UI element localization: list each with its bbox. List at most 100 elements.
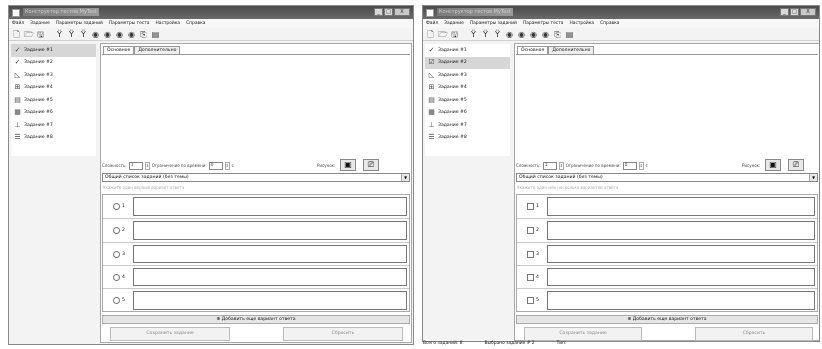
theme-select[interactable]: Общий список заданий (без темы) ▼: [102, 173, 410, 182]
menu-settings[interactable]: Настройка: [155, 21, 180, 26]
nav-next-icon[interactable]: ◉: [529, 30, 538, 39]
answer-radio[interactable]: [113, 274, 120, 281]
task-item[interactable]: ◺ Задание #3: [11, 69, 96, 82]
open-folder-icon[interactable]: 🗁: [438, 30, 448, 39]
answer-input[interactable]: [547, 197, 815, 216]
minimize-button[interactable]: _: [780, 8, 789, 16]
theme-select[interactable]: Общий список заданий (без темы) ▼: [516, 173, 818, 182]
menu-test-params[interactable]: Параметры теста: [523, 21, 564, 26]
menu-file[interactable]: Файл: [12, 21, 24, 26]
menu-file[interactable]: Файл: [426, 21, 438, 26]
nav-last-icon[interactable]: ◉: [541, 30, 550, 39]
answer-input[interactable]: [547, 245, 815, 263]
delete-task-icon[interactable]: Ÿ: [79, 30, 88, 39]
menu-help[interactable]: Справка: [186, 21, 205, 26]
task-item[interactable]: ▦ Задание #6: [11, 107, 96, 120]
open-folder-icon[interactable]: 🗁: [24, 30, 34, 39]
menu-task-params[interactable]: Параметры заданий: [56, 21, 103, 26]
answer-input[interactable]: [133, 221, 407, 240]
reset-button[interactable]: Сбросить: [283, 327, 403, 341]
task-item[interactable]: ☰ Задание #8: [11, 132, 96, 145]
answer-input[interactable]: [133, 197, 407, 216]
paste-icon[interactable]: ▤: [151, 30, 160, 39]
answer-checkbox[interactable]: [527, 251, 534, 258]
task-item[interactable]: ▦ Задание #6: [425, 107, 510, 120]
answer-checkbox[interactable]: [527, 227, 534, 234]
answer-radio[interactable]: [113, 227, 120, 234]
nav-prev-icon[interactable]: ◉: [517, 30, 526, 39]
task-item[interactable]: ☰ Задание #8: [425, 132, 510, 145]
maximize-button[interactable]: □: [384, 8, 393, 16]
task-item[interactable]: ◺ Задание #3: [425, 69, 510, 82]
new-file-icon[interactable]: 🗋: [426, 30, 435, 39]
menu-task[interactable]: Задание: [444, 21, 464, 26]
answer-radio[interactable]: [113, 251, 120, 258]
difficulty-spinner[interactable]: ⇕: [144, 161, 150, 170]
answer-input[interactable]: [133, 291, 407, 310]
menu-settings[interactable]: Настройка: [569, 21, 594, 26]
question-editor[interactable]: [516, 54, 818, 154]
delete-task-icon[interactable]: Ÿ: [493, 30, 502, 39]
save-task-button[interactable]: Сохранить задание: [524, 327, 642, 341]
add-task-icon[interactable]: Ÿ: [469, 30, 478, 39]
task-item[interactable]: ⊥ Задание #7: [425, 119, 510, 132]
add-answer-button[interactable]: ⊕ Добавить еще вариант ответа: [516, 315, 818, 324]
answer-input[interactable]: [133, 245, 407, 263]
task-item[interactable]: ✓ Задание #2: [11, 57, 96, 70]
difficulty-input[interactable]: 1: [128, 161, 143, 170]
copy-icon[interactable]: ⎘: [139, 30, 148, 39]
nav-last-icon[interactable]: ◉: [127, 30, 136, 39]
answer-input[interactable]: [133, 268, 407, 286]
close-button[interactable]: X: [394, 8, 410, 16]
maximize-button[interactable]: □: [790, 8, 799, 16]
title-bar[interactable]: Конструктор тестов MyTest _ □ X: [9, 6, 413, 19]
answer-checkbox[interactable]: [527, 203, 534, 210]
answer-radio[interactable]: [113, 203, 120, 210]
menu-help[interactable]: Справка: [600, 21, 619, 26]
menu-test-params[interactable]: Параметры теста: [109, 21, 150, 26]
picture-clear-icon[interactable]: ⎚: [788, 159, 804, 171]
new-file-icon[interactable]: 🗋: [12, 30, 21, 39]
task-item[interactable]: ⊞ Задание #4: [11, 82, 96, 95]
time-limit-input[interactable]: 0: [622, 161, 637, 170]
copy-icon[interactable]: ⎘: [553, 30, 562, 39]
menu-task-params[interactable]: Параметры заданий: [470, 21, 517, 26]
paste-icon[interactable]: ▤: [565, 30, 574, 39]
nav-first-icon[interactable]: ◉: [91, 30, 100, 39]
title-bar[interactable]: Конструктор тестов MyTest _ □ X: [423, 6, 819, 19]
chevron-down-icon[interactable]: ▼: [401, 174, 409, 181]
reset-button[interactable]: Сбросить: [695, 327, 813, 341]
answer-checkbox[interactable]: [527, 297, 534, 304]
task-item[interactable]: ⊥ Задание #7: [11, 119, 96, 132]
menu-task[interactable]: Задание: [30, 21, 50, 26]
question-editor[interactable]: [102, 54, 410, 154]
minimize-button[interactable]: _: [374, 8, 383, 16]
task-item[interactable]: ✓ Задание #1: [425, 44, 510, 57]
add-task-alt-icon[interactable]: Ÿ: [481, 30, 490, 39]
task-item[interactable]: ☑ Задание #2: [425, 56, 510, 69]
time-limit-spinner[interactable]: ⇕: [224, 161, 230, 170]
task-item[interactable]: ▤ Задание #5: [425, 94, 510, 107]
add-task-icon[interactable]: Ÿ: [55, 30, 64, 39]
close-button[interactable]: X: [800, 8, 816, 16]
add-task-alt-icon[interactable]: Ÿ: [67, 30, 76, 39]
nav-first-icon[interactable]: ◉: [505, 30, 514, 39]
save-icon[interactable]: 🖫: [36, 30, 45, 39]
save-task-button[interactable]: Сохранить задание: [110, 327, 230, 341]
answer-checkbox[interactable]: [527, 274, 534, 281]
task-item[interactable]: ✓ Задание #1: [11, 44, 96, 57]
chevron-down-icon[interactable]: ▼: [809, 174, 817, 181]
save-icon[interactable]: 🖫: [450, 30, 459, 39]
answer-input[interactable]: [547, 221, 815, 240]
task-item[interactable]: ▤ Задание #5: [11, 94, 96, 107]
picture-icon[interactable]: ▣: [765, 159, 781, 171]
task-item[interactable]: ⊞ Задание #4: [425, 82, 510, 95]
answer-input[interactable]: [547, 291, 815, 310]
nav-next-icon[interactable]: ◉: [115, 30, 124, 39]
add-answer-button[interactable]: ⊕ Добавить еще вариант ответа: [102, 315, 410, 324]
time-limit-input[interactable]: 0: [208, 161, 223, 170]
answer-radio[interactable]: [113, 297, 120, 304]
answer-input[interactable]: [547, 268, 815, 286]
difficulty-spinner[interactable]: ⇕: [558, 161, 564, 170]
picture-icon[interactable]: ▣: [340, 159, 356, 171]
